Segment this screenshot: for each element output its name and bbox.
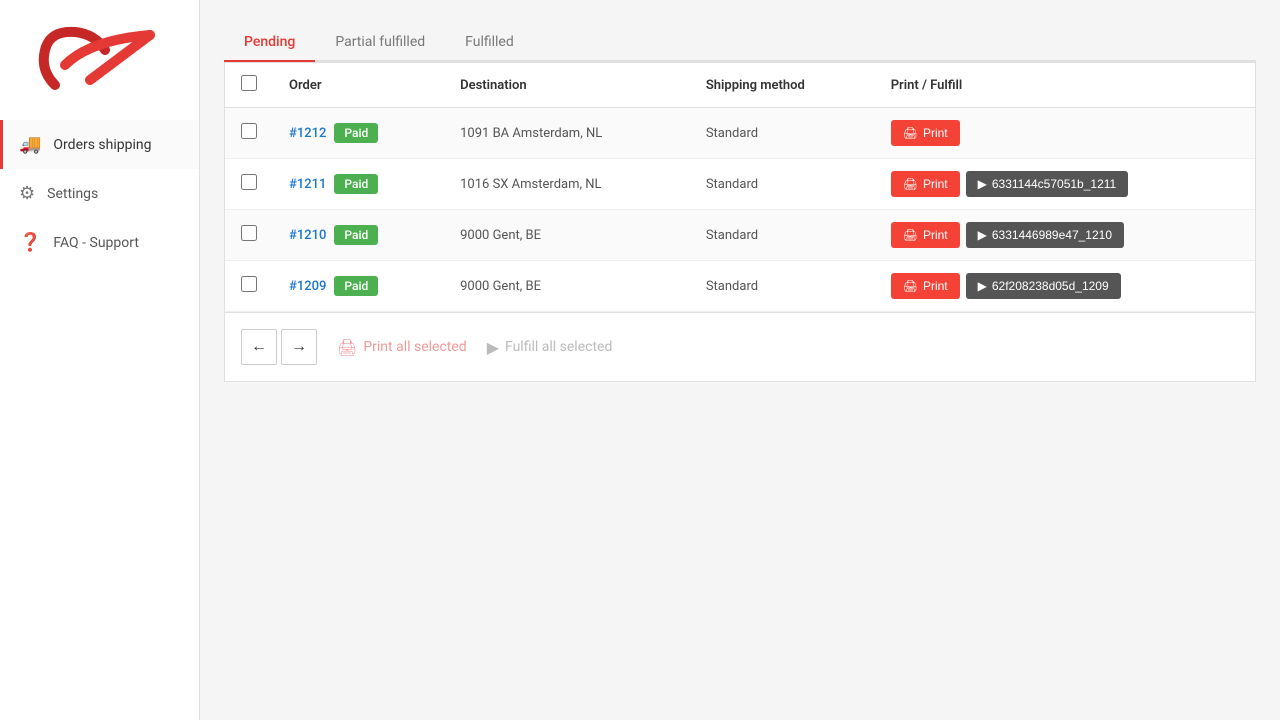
bulk-print-button[interactable]: 🖨 Print all selected — [337, 338, 467, 357]
destination-cell: 9000 Gent, BE — [444, 261, 690, 312]
row-checkbox[interactable] — [241, 276, 257, 292]
order-cell: #1212 Paid — [273, 108, 444, 159]
fulfill-button[interactable]: ▶ 6331144c57051b_1211 — [966, 171, 1129, 197]
print-fulfill-cell: 🖨 Print▶ 6331144c57051b_1211 — [875, 159, 1255, 210]
tab-fulfilled[interactable]: Fulfilled — [445, 24, 534, 62]
col-order: Order — [273, 63, 444, 108]
prev-page-button[interactable]: ← — [241, 329, 277, 365]
fulfill-icon: ▶ — [978, 228, 987, 242]
order-cell: #1210 Paid — [273, 210, 444, 261]
logo-container — [0, 0, 199, 120]
main-content: Pending Partial fulfilled Fulfilled Orde… — [200, 0, 1280, 720]
print-fulfill-cell: 🖨 Print▶ 6331446989e47_1210 — [875, 210, 1255, 261]
question-icon: ❓ — [19, 232, 41, 253]
row-checkbox-cell — [225, 159, 273, 210]
destination-cell: 1016 SX Amsterdam, NL — [444, 159, 690, 210]
sidebar-item-settings[interactable]: ⚙ Settings — [0, 169, 199, 218]
row-checkbox-cell — [225, 261, 273, 312]
order-cell: #1209 Paid — [273, 261, 444, 312]
print-icon: 🖨 — [903, 279, 918, 293]
sidebar-item-label: FAQ - Support — [53, 235, 138, 251]
print-fulfill-cell: 🖨 Print — [875, 108, 1255, 159]
select-all-checkbox[interactable] — [241, 75, 257, 91]
status-badge: Paid — [334, 225, 378, 245]
fulfill-button[interactable]: ▶ 62f208238d05d_1209 — [966, 273, 1121, 299]
next-page-button[interactable]: → — [281, 329, 317, 365]
sidebar-navigation: 🚚 Orders shipping ⚙ Settings ❓ FAQ - Sup… — [0, 120, 199, 267]
shipping-method-cell: Standard — [690, 261, 875, 312]
fulfill-icon: ▶ — [978, 279, 987, 293]
sidebar: 🚚 Orders shipping ⚙ Settings ❓ FAQ - Sup… — [0, 0, 200, 720]
row-checkbox[interactable] — [241, 225, 257, 241]
print-button[interactable]: 🖨 Print — [891, 171, 960, 197]
print-icon: 🖨 — [903, 177, 918, 191]
col-shipping-method: Shipping method — [690, 63, 875, 108]
status-badge: Paid — [334, 174, 378, 194]
shipping-method-cell: Standard — [690, 108, 875, 159]
bulk-fulfill-label: Fulfill all selected — [505, 339, 612, 355]
bulk-action-row: ← → 🖨 Print all selected ▶ Fulfill all s… — [225, 312, 1255, 381]
print-button[interactable]: 🖨 Print — [891, 222, 960, 248]
order-link[interactable]: #1212 — [289, 126, 326, 141]
print-fulfill-cell: 🖨 Print▶ 62f208238d05d_1209 — [875, 261, 1255, 312]
col-checkbox — [225, 63, 273, 108]
pagination-controls: ← → — [241, 329, 317, 365]
shipping-method-cell: Standard — [690, 210, 875, 261]
table-body: #1212Paid1091 BA Amsterdam, NLStandard🖨 … — [225, 108, 1255, 312]
tab-pending[interactable]: Pending — [224, 24, 315, 62]
destination-cell: 1091 BA Amsterdam, NL — [444, 108, 690, 159]
order-cell: #1211 Paid — [273, 159, 444, 210]
print-button[interactable]: 🖨 Print — [891, 120, 960, 146]
fulfill-icon: ▶ — [978, 177, 987, 191]
row-checkbox[interactable] — [241, 123, 257, 139]
table-row: #1211Paid1016 SX Amsterdam, NLStandard🖨 … — [225, 159, 1255, 210]
orders-table-container: Order Destination Shipping method Print … — [224, 62, 1256, 382]
print-icon: 🖨 — [903, 126, 918, 140]
tab-bar: Pending Partial fulfilled Fulfilled — [224, 24, 1256, 62]
order-link[interactable]: #1209 — [289, 279, 326, 294]
bulk-print-label: Print all selected — [363, 339, 466, 355]
print-icon: 🖨 — [903, 228, 918, 242]
bulk-print-icon: 🖨 — [337, 338, 357, 357]
destination-cell: 9000 Gent, BE — [444, 210, 690, 261]
order-link[interactable]: #1210 — [289, 228, 326, 243]
tab-partial-fulfilled[interactable]: Partial fulfilled — [315, 24, 445, 62]
col-destination: Destination — [444, 63, 690, 108]
col-print-fulfill: Print / Fulfill — [875, 63, 1255, 108]
table-row: #1209Paid9000 Gent, BEStandard🖨 Print▶ 6… — [225, 261, 1255, 312]
table-row: #1210Paid9000 Gent, BEStandard🖨 Print▶ 6… — [225, 210, 1255, 261]
order-link[interactable]: #1211 — [289, 177, 326, 192]
bulk-fulfill-icon: ▶ — [487, 338, 499, 357]
gear-icon: ⚙ — [19, 183, 35, 204]
sidebar-item-orders-shipping[interactable]: 🚚 Orders shipping — [0, 120, 199, 169]
sidebar-item-label: Settings — [47, 186, 98, 202]
row-checkbox[interactable] — [241, 174, 257, 190]
status-badge: Paid — [334, 276, 378, 296]
status-badge: Paid — [334, 123, 378, 143]
table-header-row: Order Destination Shipping method Print … — [225, 63, 1255, 108]
sidebar-item-faq[interactable]: ❓ FAQ - Support — [0, 218, 199, 267]
fulfill-button[interactable]: ▶ 6331446989e47_1210 — [966, 222, 1124, 248]
brand-logo — [35, 20, 165, 100]
sidebar-item-label: Orders shipping — [53, 137, 151, 153]
print-button[interactable]: 🖨 Print — [891, 273, 960, 299]
row-checkbox-cell — [225, 108, 273, 159]
bulk-fulfill-button[interactable]: ▶ Fulfill all selected — [487, 338, 613, 357]
row-checkbox-cell — [225, 210, 273, 261]
truck-icon: 🚚 — [19, 134, 41, 155]
orders-table: Order Destination Shipping method Print … — [225, 63, 1255, 312]
shipping-method-cell: Standard — [690, 159, 875, 210]
table-row: #1212 Paid 1091 BA Amsterdam, NLStandard 🖨 … — [225, 108, 1255, 159]
